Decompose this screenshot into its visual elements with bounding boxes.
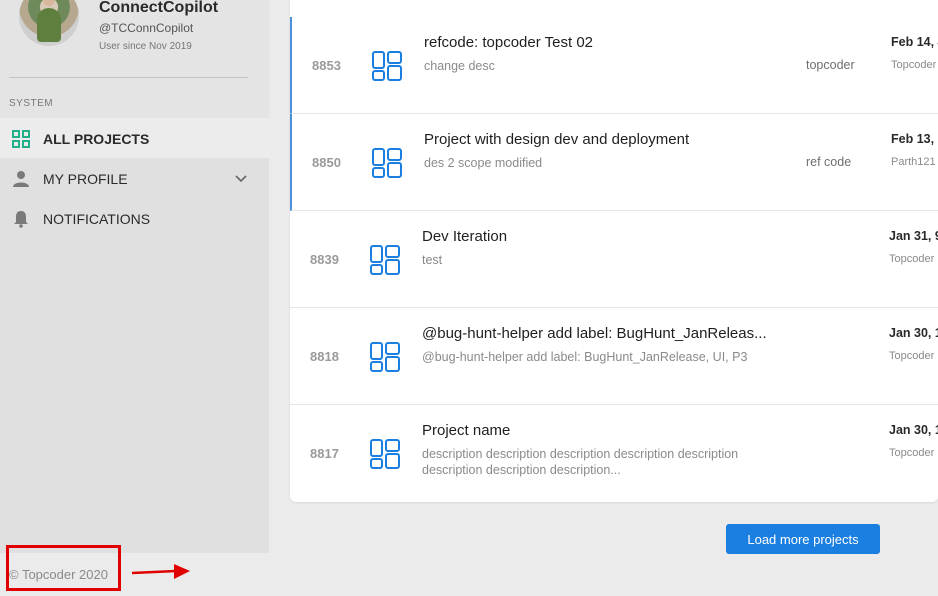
section-label: SYSTEM [9, 98, 54, 109]
project-description: test [422, 253, 443, 267]
project-row[interactable]: 8850 Project with design dev and deploym… [290, 114, 938, 211]
project-date: Jan 30, 1 [889, 423, 938, 437]
person-icon [13, 171, 29, 187]
project-description: @bug-hunt-helper add label: BugHunt_JanR… [422, 350, 748, 364]
project-description: des 2 scope modified [424, 156, 543, 170]
avatar-face [43, 0, 55, 6]
project-row[interactable]: 8853 refcode: topcoder Test 02 change de… [290, 17, 938, 114]
profile-handle: @TCConnCopilot [99, 21, 194, 35]
sidebar-item-notifications[interactable]: NOTIFICATIONS [0, 198, 269, 238]
project-date: Feb 13, 1 [891, 132, 938, 146]
avatar[interactable] [19, 0, 79, 46]
project-id: 8817 [310, 446, 339, 461]
project-layout-icon [372, 51, 402, 81]
project-row[interactable]: 8839 Dev Iteration test Jan 31, 9 Topcod… [290, 211, 938, 308]
project-title[interactable]: @bug-hunt-helper add label: BugHunt_JanR… [422, 325, 767, 342]
divider [9, 77, 248, 78]
project-id: 8850 [312, 155, 341, 170]
load-more-button[interactable]: Load more projects [726, 524, 880, 554]
project-ref-code: ref code [806, 155, 852, 169]
project-description: description description description desc… [422, 447, 739, 477]
annotation-arrow-icon [131, 564, 190, 579]
project-row[interactable]: 8817 Project name description descriptio… [290, 405, 938, 502]
project-date: Jan 30, 1 [889, 326, 938, 340]
project-title[interactable]: Project with design dev and deployment [424, 131, 689, 148]
project-title[interactable]: Dev Iteration [422, 228, 507, 245]
project-user: Topcoder [889, 350, 935, 362]
profile-card: ConnectCopilot @TCConnCopilot User since… [0, 0, 269, 118]
page: ConnectCopilot @TCConnCopilot User since… [0, 0, 938, 596]
project-description: change desc [424, 59, 495, 73]
project-id: 8839 [310, 252, 339, 267]
project-layout-icon [370, 342, 400, 372]
chevron-down-icon[interactable] [234, 172, 248, 186]
sidebar-item-all-projects[interactable]: ALL PROJECTS [0, 118, 269, 158]
profile-since: User since Nov 2019 [99, 41, 192, 52]
project-list: 8853 refcode: topcoder Test 02 change de… [290, 0, 938, 502]
profile-name: ConnectCopilot [99, 0, 219, 16]
grid-icon [12, 130, 30, 148]
sidebar-item-my-profile[interactable]: MY PROFILE [0, 158, 269, 198]
project-ref-code: topcoder [806, 58, 855, 72]
project-layout-icon [372, 148, 402, 178]
project-id: 8853 [312, 58, 341, 73]
sidebar-item-label: NOTIFICATIONS [43, 211, 151, 227]
project-title[interactable]: refcode: topcoder Test 02 [424, 34, 593, 51]
annotation-highlight-box [6, 545, 121, 591]
project-user: Topcoder [891, 59, 937, 71]
project-user: Topcoder [889, 253, 935, 265]
avatar-dress [37, 8, 61, 42]
project-id: 8818 [310, 349, 339, 364]
project-layout-icon [370, 245, 400, 275]
project-layout-icon [370, 439, 400, 469]
project-date: Feb 14, 4 [891, 35, 938, 49]
project-date: Jan 31, 9 [889, 229, 938, 243]
project-title[interactable]: Project name [422, 422, 510, 439]
sidebar-item-label: MY PROFILE [43, 171, 128, 187]
project-row[interactable]: 8818 @bug-hunt-helper add label: BugHunt… [290, 308, 938, 405]
sidebar-item-label: ALL PROJECTS [43, 131, 150, 147]
bell-icon [14, 211, 28, 228]
project-user: Parth121 [891, 156, 936, 168]
sidebar: ConnectCopilot @TCConnCopilot User since… [0, 0, 269, 553]
project-user: Topcoder [889, 447, 935, 459]
